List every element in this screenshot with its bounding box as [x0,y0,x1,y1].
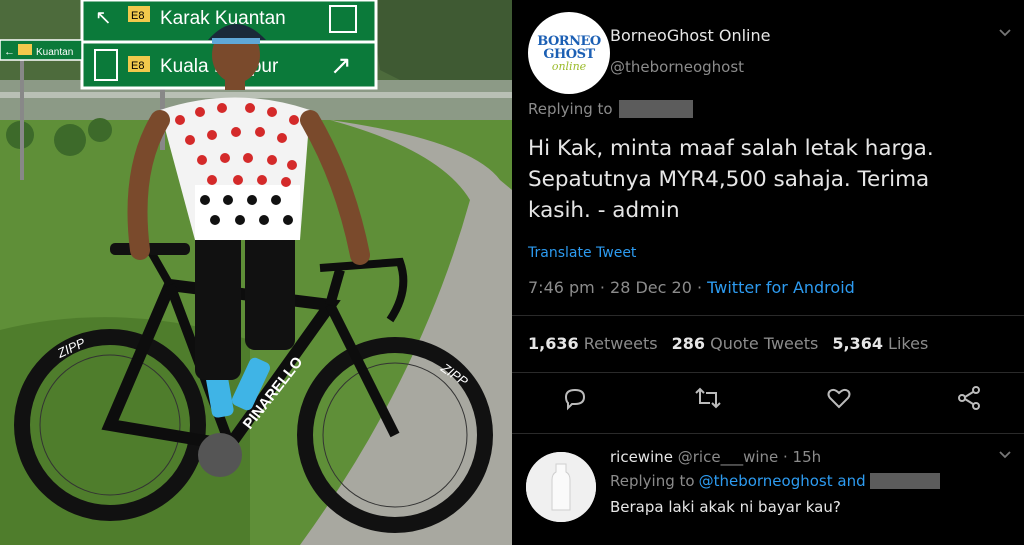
reply-header: ricewine @rice___wine · 15h [610,448,821,466]
svg-text:E8: E8 [131,10,144,22]
share-icon[interactable] [956,385,986,415]
small-road-sign: ← Kuantan [0,39,83,61]
translate-tweet-link[interactable]: Translate Tweet [528,245,636,261]
reply-mention-link[interactable]: @theborneoghost and [699,472,866,490]
retweet-icon[interactable] [694,385,724,415]
reply-display-name[interactable]: ricewine [610,448,673,466]
chevron-down-icon[interactable] [998,26,1012,40]
divider [512,372,1024,373]
avatar-logo-line3: online [551,59,587,73]
timestamp: 7:46 pm · 28 Dec 20 · [528,278,703,297]
divider [512,433,1024,434]
tweet-body-line: kasih. - admin [528,198,680,223]
chevron-down-icon[interactable] [998,448,1012,466]
reply-replying-label: Replying to [610,472,695,490]
redacted-username [618,100,693,118]
display-name[interactable]: BorneoGhost Online [610,26,770,45]
user-handle[interactable]: @theborneoghost [610,58,744,76]
avatar-logo-line2: GHOST [543,46,595,62]
cyclist-photo: ↖ E8 Karak Kuantan E8 Kuala Lumpur ↗ ← K… [0,0,512,545]
photo: ↖ E8 Karak Kuantan E8 Kuala Lumpur ↗ ← K… [0,0,512,545]
svg-text:↖: ↖ [95,7,112,29]
tweet-stats: 1,636 Retweets 286 Quote Tweets 5,364 Li… [528,334,928,353]
reply-icon[interactable] [562,385,592,415]
source-link[interactable]: Twitter for Android [707,278,855,297]
like-icon[interactable] [826,385,856,415]
tweet-body: Hi Kak, minta maaf salah letak harga. Se… [528,133,1018,226]
retweets-stat[interactable]: 1,636 Retweets [528,334,658,353]
divider [512,315,1024,316]
svg-text:↗: ↗ [330,50,352,80]
svg-text:Karak Kuantan: Karak Kuantan [160,8,286,29]
replying-to-label: Replying to [528,100,613,118]
replying-to: Replying to [528,100,693,118]
svg-text:Kuantan: Kuantan [36,47,73,58]
reply-avatar[interactable] [526,452,596,522]
svg-text:E8: E8 [131,60,144,72]
avatar-logo-line1: BORNEO [537,33,601,49]
tweet-meta: 7:46 pm · 28 Dec 20 · Twitter for Androi… [528,278,855,297]
redacted-username [869,473,940,489]
tweet-body-line: Hi Kak, minta maaf salah letak harga. [528,136,934,161]
tweet-body-line: Sepatutnya MYR4,500 sahaja. Terima [528,167,930,192]
avatar[interactable]: BORNEO GHOST online [528,12,610,94]
svg-text:←: ← [4,46,15,58]
action-bar [512,385,1024,419]
tweet-panel: BORNEO GHOST online BorneoGhost Online @… [512,0,1024,545]
likes-stat[interactable]: 5,364 Likes [832,334,928,353]
reply-text: Berapa laki akak ni bayar kau? [610,498,841,516]
reply-replying-to: Replying to @theborneoghost and [610,472,940,490]
quote-tweets-stat[interactable]: 286 Quote Tweets [672,334,819,353]
reply-handle-time[interactable]: @rice___wine · 15h [678,448,821,466]
